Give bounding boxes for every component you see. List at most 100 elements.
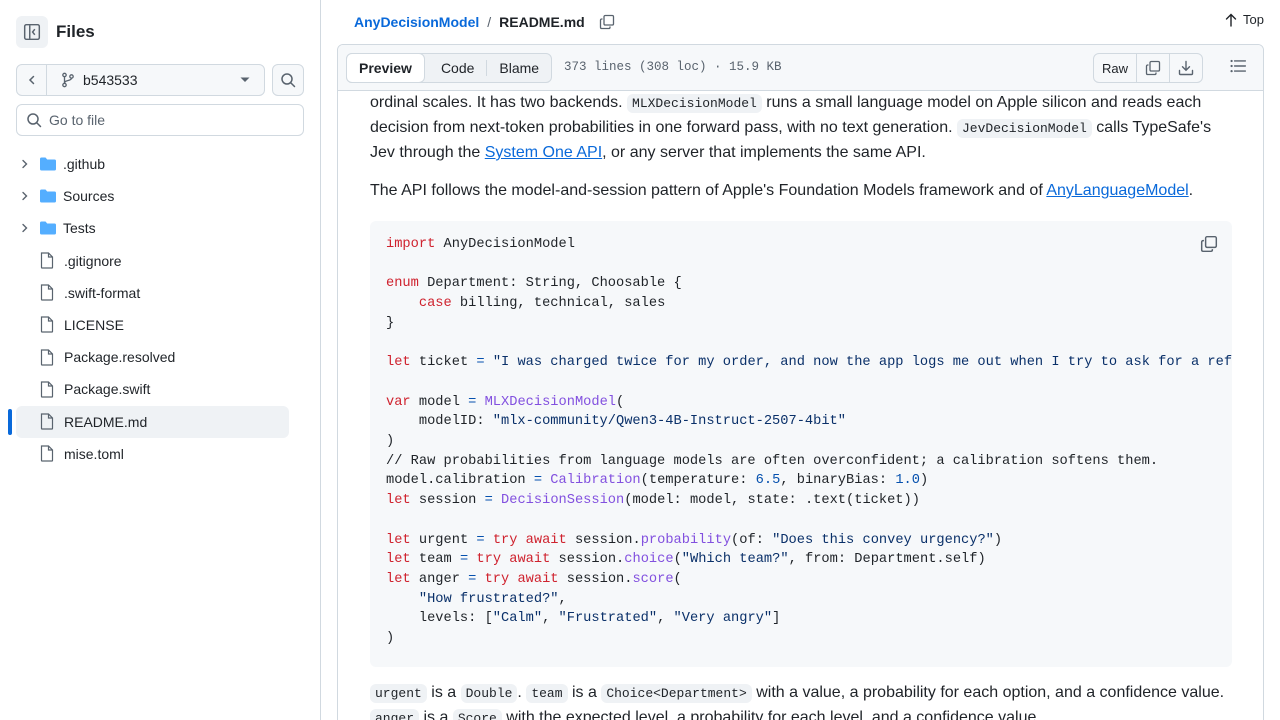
file-icon: [40, 381, 58, 398]
any-language-model-link[interactable]: AnyLanguageModel: [1046, 182, 1188, 199]
git-branch-icon: [62, 72, 74, 88]
code-token: ,: [558, 591, 567, 607]
code-token: ,: [542, 611, 559, 627]
paragraph-text: with the expected level, a probability f…: [501, 709, 1041, 720]
code-token: =: [484, 493, 493, 509]
system-one-api-link[interactable]: System One API: [485, 144, 602, 161]
code-line: let ticket = "I was charged twice for my…: [386, 355, 1232, 370]
tree-item-package-resolved[interactable]: Package.resolved: [16, 341, 304, 373]
tree-item-label: LICENSE: [64, 316, 124, 333]
branch-name: b543533: [61, 72, 240, 88]
code-token: team: [410, 552, 460, 568]
chevron-right-icon[interactable]: [17, 223, 33, 233]
tab-code[interactable]: Code: [429, 54, 486, 82]
sidebar-header: Files: [16, 16, 95, 48]
code-token: ): [386, 434, 395, 450]
file-tree-sidebar: Files b543533 .github: [0, 0, 321, 720]
chevron-right-icon[interactable]: [17, 191, 33, 201]
code-token: DecisionSession: [501, 493, 625, 509]
breadcrumb-repo-link[interactable]: AnyDecisionModel: [354, 14, 479, 30]
readme-paragraph-api: The API follows the model-and-session pa…: [370, 179, 1232, 203]
file-header: Preview Code Blame 373 lines (308 loc) ·…: [338, 45, 1263, 91]
tree-item-package-swift[interactable]: Package.swift: [16, 373, 304, 405]
code-line: let anger = try await session.score(: [386, 572, 682, 587]
tree-item-tests[interactable]: Tests: [16, 212, 304, 244]
code-token: modelID:: [386, 414, 493, 430]
tree-item-github[interactable]: .github: [16, 148, 304, 180]
file-tree: .github Sources Tests .gitignore .swift-…: [8, 148, 304, 470]
back-button[interactable]: [17, 65, 47, 95]
tree-item-license[interactable]: LICENSE: [16, 309, 304, 341]
readme-paragraph-results: urgent is a Double. team is a Choice<Dep…: [370, 681, 1232, 720]
folder-icon: [39, 156, 57, 172]
tree-item-mise-toml[interactable]: mise.toml: [16, 438, 304, 470]
tree-item-sources[interactable]: Sources: [16, 180, 304, 212]
breadcrumb-file: README.md: [499, 14, 585, 30]
inline-code: Choice<Department>: [601, 684, 752, 703]
code-token: var: [386, 394, 411, 410]
paragraph-text: .: [1188, 182, 1194, 199]
code-token: try await: [492, 532, 567, 548]
arrow-up-icon: [1225, 13, 1237, 27]
top-button[interactable]: Top: [1225, 12, 1264, 27]
code-token: choice: [624, 552, 674, 568]
copy-code-button[interactable]: [1200, 235, 1218, 256]
inline-code: Score: [452, 709, 502, 720]
outline-button[interactable]: [1229, 57, 1247, 78]
code-token: import: [386, 237, 436, 252]
code-line: levels: ["Calm", "Frustrated", "Very ang…: [386, 611, 780, 626]
file-actions: Raw: [1092, 53, 1203, 83]
code-token: "mlx-community/Qwen3-4B-Instruct-2507-4b…: [492, 414, 846, 430]
code-line: model.calibration = Calibration(temperat…: [386, 473, 928, 488]
tab-preview[interactable]: Preview: [346, 53, 425, 83]
collapse-sidebar-button[interactable]: [16, 16, 48, 48]
chevron-right-icon[interactable]: [17, 159, 33, 169]
tree-item-label: Tests: [63, 220, 96, 237]
paragraph-text: is a: [567, 684, 602, 701]
branch-label: b543533: [83, 72, 138, 88]
code-token: Department: String, Choosable {: [418, 276, 682, 292]
copy-icon: [1145, 60, 1161, 76]
copy-path-button[interactable]: [599, 14, 615, 30]
tree-item-gitignore[interactable]: .gitignore: [16, 245, 304, 277]
code-token: try await: [484, 571, 559, 587]
code-line: let session = DecisionSession(model: mod…: [386, 493, 920, 508]
copy-icon: [1200, 235, 1218, 253]
paragraph-text: The API follows the model-and-session pa…: [370, 182, 1047, 199]
go-to-file-input[interactable]: [49, 112, 289, 128]
code-token: "I was charged twice for my order, and n…: [492, 355, 1232, 371]
code-line: ): [386, 434, 394, 449]
search-button[interactable]: [272, 64, 304, 96]
code-token: "Frustrated": [558, 611, 658, 627]
raw-button[interactable]: Raw: [1094, 54, 1137, 82]
code-line: let team = try await session.choice("Whi…: [386, 552, 986, 567]
code-token: urgent: [410, 532, 477, 548]
go-to-file-field[interactable]: [16, 104, 304, 136]
code-token: session.: [550, 552, 625, 568]
code-content: import AnyDecisionModel enum Department:…: [386, 235, 1232, 649]
code-block: import AnyDecisionModel enum Department:…: [370, 221, 1232, 667]
code-token: // Raw probabilities from language model…: [386, 453, 1159, 469]
list-unordered-icon: [1230, 59, 1247, 73]
tab-blame[interactable]: Blame: [487, 54, 551, 82]
copy-raw-button[interactable]: [1137, 54, 1170, 82]
paragraph-text: is a: [426, 684, 461, 701]
code-token: let: [386, 493, 411, 509]
code-token: (model: model, state: .text(ticket)): [624, 493, 920, 509]
tree-item-swift-format[interactable]: .swift-format: [16, 277, 304, 309]
paragraph-text: , or any server that implements the same…: [602, 144, 926, 161]
tree-item-readme[interactable]: README.md: [8, 405, 289, 438]
file-view: AnyDecisionModel / README.md Top Preview…: [321, 0, 1280, 720]
selected-indicator: [8, 408, 12, 435]
branch-selector[interactable]: b543533: [16, 64, 265, 96]
download-button[interactable]: [1170, 54, 1202, 82]
tree-item-label: README.md: [64, 413, 148, 430]
code-line: modelID: "mlx-community/Qwen3-4B-Instruc…: [386, 414, 846, 429]
file-container: Preview Code Blame 373 lines (308 loc) ·…: [337, 44, 1264, 720]
code-token: =: [476, 355, 485, 371]
code-token: session: [410, 493, 485, 509]
code-token: "Does this convey urgency?": [772, 532, 994, 548]
chevron-left-icon: [28, 75, 34, 85]
